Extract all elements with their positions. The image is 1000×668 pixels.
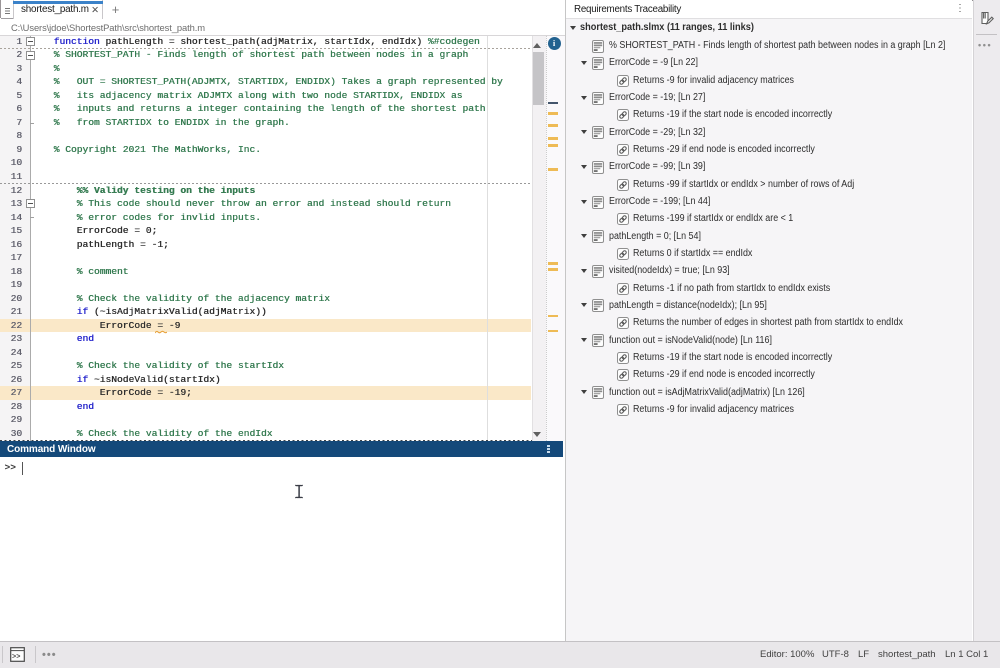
svg-text:>>: >> [12,654,20,662]
